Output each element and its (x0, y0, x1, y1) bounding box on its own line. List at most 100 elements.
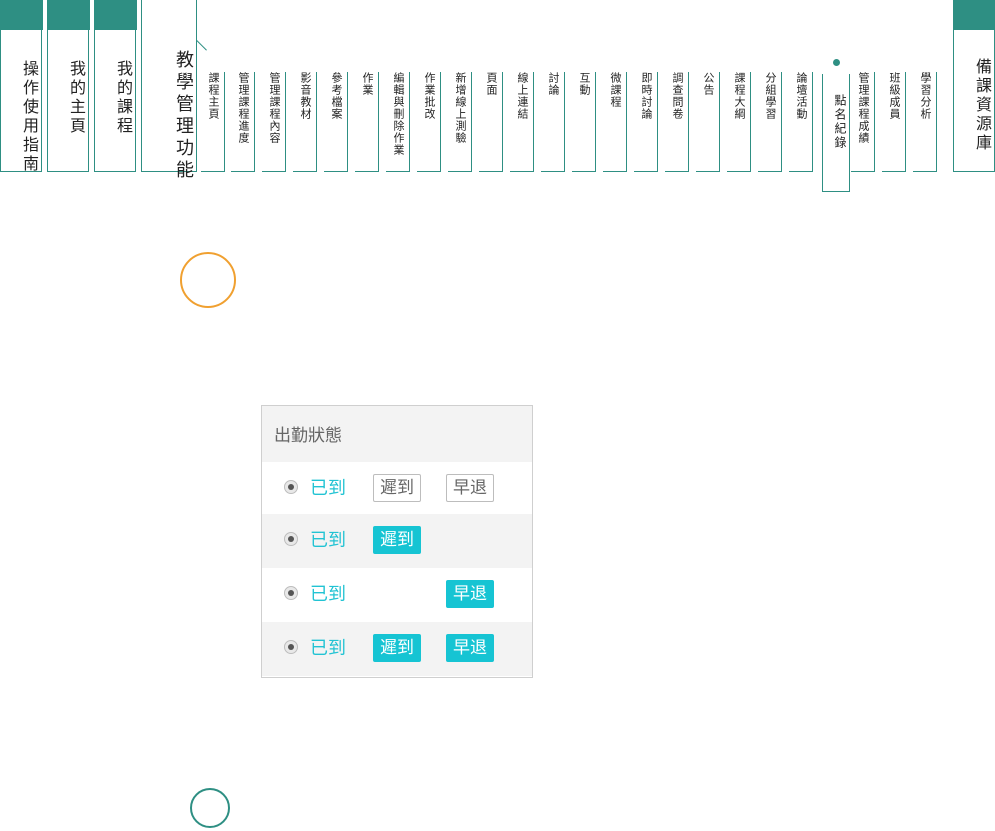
tab-my-courses[interactable]: 我的課程 (93, 0, 137, 172)
sub-tab-label: 公告 (702, 72, 715, 96)
sub-tab-rule (718, 72, 720, 172)
sub-tab-rule (315, 72, 317, 172)
sub-tab-label: 論壇活動 (795, 72, 808, 120)
sub-tab-5[interactable]: 作業 (355, 72, 379, 172)
tab-teaching-management[interactable]: 教學管理功能 (141, 0, 197, 182)
tab-user-guide-label: 操作使用指南 (20, 60, 39, 174)
attendance-row: 已到 早退 (262, 568, 532, 622)
sub-tab-12[interactable]: 互動 (572, 72, 596, 172)
sub-tab-14[interactable]: 即時討論 (634, 72, 658, 172)
sub-tab-label: 新增線上測驗 (454, 72, 467, 144)
sub-tab-foot (417, 170, 441, 172)
sub-tab-rule (904, 72, 906, 172)
sub-tab-2[interactable]: 管理課程內容 (262, 72, 286, 172)
attendance-status-header: 出勤狀態 (262, 406, 532, 462)
sub-tab-0[interactable]: 課程主頁 (201, 72, 225, 172)
sub-tab-after-1[interactable]: 班級成員 (882, 72, 906, 172)
sub-tab-16[interactable]: 公告 (696, 72, 720, 172)
sub-tab-rule (873, 72, 875, 172)
sub-tab-label: 參考檔案 (330, 72, 343, 120)
sub-tab-8[interactable]: 新增線上測驗 (448, 72, 472, 172)
sub-tab-foot (727, 170, 751, 172)
sub-tab-15[interactable]: 調查問卷 (665, 72, 689, 172)
present-radio[interactable] (284, 586, 298, 600)
sub-tab-foot (293, 170, 317, 172)
sub-tab-foot (696, 170, 720, 172)
sub-tab-1[interactable]: 管理課程進度 (231, 72, 255, 172)
present-radio[interactable] (284, 532, 298, 546)
present-radio[interactable] (284, 640, 298, 654)
sub-tab-foot (386, 170, 410, 172)
sub-tab-7[interactable]: 作業批改 (417, 72, 441, 172)
sub-tab-rule (780, 72, 782, 172)
sub-tab-label: 微課程 (609, 72, 622, 108)
tab-teaching-management-label: 教學管理功能 (173, 50, 194, 182)
sub-tab-19[interactable]: 論壇活動 (789, 72, 813, 172)
sub-tab-label: 互動 (578, 72, 591, 96)
sub-tab-label: 線上連結 (516, 72, 529, 120)
tab-cap (93, 0, 137, 30)
sub-tab-label: 作業 (361, 72, 374, 96)
sub-tab-foot (231, 170, 255, 172)
sub-tab-foot (541, 170, 565, 172)
sub-tab-foot (572, 170, 596, 172)
subnav-divider (197, 40, 952, 41)
sub-tab-13[interactable]: 微課程 (603, 72, 627, 172)
sub-tab-rule (284, 72, 286, 172)
sub-tab-label: 影音教材 (299, 72, 312, 120)
sub-tab-label: 管理課程進度 (237, 72, 250, 144)
sub-tab-rule (687, 72, 689, 172)
sub-tab-foot (201, 170, 225, 172)
sub-tab-rule (408, 72, 410, 172)
sub-tab-rule (223, 72, 225, 172)
sub-tab-rule (563, 72, 565, 172)
tab-my-homepage[interactable]: 我的主頁 (46, 0, 90, 172)
sub-tab-label: 管理課程內容 (268, 72, 281, 144)
tab-attendance-records[interactable]: 點名紀錄 (822, 74, 850, 192)
sub-tab-label: 分組學習 (764, 72, 777, 120)
tab-my-courses-label: 我的課程 (114, 60, 133, 136)
sub-tab-after-2[interactable]: 學習分析 (913, 72, 937, 172)
early-leave-button[interactable]: 早退 (446, 580, 494, 608)
sub-tab-rule (377, 72, 379, 172)
tab-my-homepage-label: 我的主頁 (67, 60, 86, 136)
sub-tab-11[interactable]: 討論 (541, 72, 565, 172)
tab-lesson-resources[interactable]: 備課資源庫 (952, 0, 995, 172)
active-indicator-dot (833, 59, 840, 66)
tab-user-guide[interactable]: 操作使用指南 (0, 0, 43, 174)
sub-tab-rule (253, 72, 255, 172)
late-button[interactable]: 遲到 (373, 474, 421, 502)
sub-tab-foot (789, 170, 813, 172)
sub-tab-rule (532, 72, 534, 172)
sub-tab-4[interactable]: 參考檔案 (324, 72, 348, 172)
sub-tab-rule (594, 72, 596, 172)
sub-tab-foot (262, 170, 286, 172)
sub-tab-after-0[interactable]: 管理課程成績 (851, 72, 875, 172)
sub-tab-3[interactable]: 影音教材 (293, 72, 317, 172)
sub-tab-foot (913, 170, 937, 172)
sub-tab-rule (935, 72, 937, 172)
sub-tab-9[interactable]: 頁面 (479, 72, 503, 172)
sub-tab-label: 作業批改 (423, 72, 436, 120)
late-button[interactable]: 遲到 (373, 634, 421, 662)
sub-tab-foot (603, 170, 627, 172)
early-leave-button[interactable]: 早退 (446, 634, 494, 662)
sub-tab-rule (811, 72, 813, 172)
callout-circle-teal (190, 788, 230, 828)
present-radio[interactable] (284, 480, 298, 494)
sub-tab-label: 課程大綱 (733, 72, 746, 120)
attendance-status-panel: 出勤狀態 已到 遲到 早退 已到 遲到 已到 早退 已到 遲到 早退 (261, 405, 533, 678)
sub-tab-rule (439, 72, 441, 172)
sub-tab-10[interactable]: 線上連結 (510, 72, 534, 172)
sub-tab-17[interactable]: 課程大綱 (727, 72, 751, 172)
tab-cap (46, 0, 90, 30)
present-label: 已到 (310, 638, 346, 659)
sub-tab-rule (749, 72, 751, 172)
sub-tab-18[interactable]: 分組學習 (758, 72, 782, 172)
early-leave-button[interactable]: 早退 (446, 474, 494, 502)
tab-cap (952, 0, 995, 30)
sub-tab-6[interactable]: 編輯與刪除作業 (386, 72, 410, 172)
late-button[interactable]: 遲到 (373, 526, 421, 554)
tab-attendance-records-label: 點名紀錄 (833, 94, 847, 150)
sub-tab-foot (324, 170, 348, 172)
